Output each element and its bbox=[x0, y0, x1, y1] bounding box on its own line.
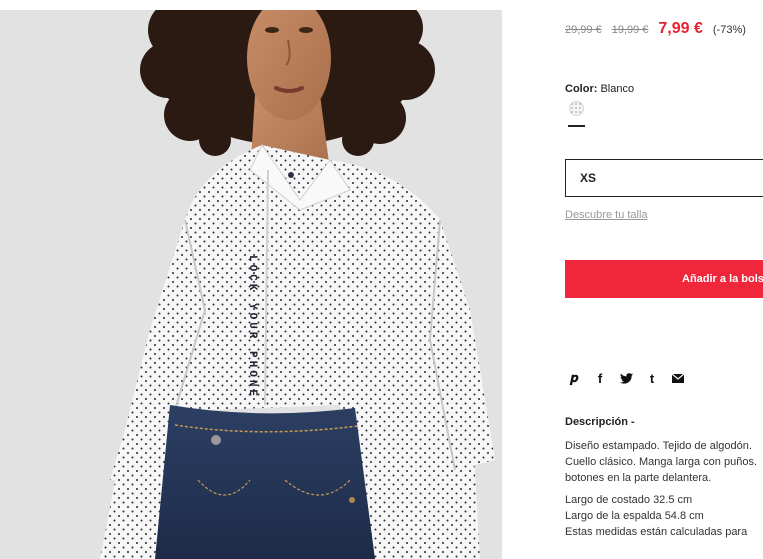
price-row: 29,99 € 19,99 € 7,99 € (-73%) bbox=[565, 20, 746, 38]
color-info: Color: Blanco bbox=[565, 83, 634, 95]
description-line: Largo de costado 32.5 cm bbox=[565, 494, 693, 506]
color-label: Color: bbox=[565, 83, 598, 95]
tumblr-icon[interactable]: t bbox=[643, 370, 661, 386]
color-value: Blanco bbox=[600, 83, 635, 95]
product-photo[interactable]: LOCK YOUR PHONE bbox=[0, 10, 502, 559]
facebook-icon[interactable]: f bbox=[591, 370, 609, 386]
share-icons: 𝒑 f t bbox=[565, 370, 695, 386]
sale-price: 7,99 € bbox=[658, 20, 703, 37]
description-line: Largo de la espalda 54.8 cm bbox=[565, 510, 704, 522]
size-select-value: XS bbox=[580, 171, 597, 185]
description-line: Cuello clásico. Manga larga con puños. bbox=[565, 456, 758, 468]
add-to-bag-button[interactable]: Añadir a la bolsa bbox=[565, 260, 763, 298]
description-line: Estas medidas están calculadas para bbox=[565, 526, 748, 538]
shirt-print-text: LOCK YOUR PHONE bbox=[246, 255, 258, 399]
description-body: Diseño estampado. Tejido de algodón. Cue… bbox=[565, 438, 757, 540]
product-photo-illustration: LOCK YOUR PHONE bbox=[0, 10, 502, 559]
discount-badge: (-73%) bbox=[712, 24, 746, 36]
original-price-1: 29,99 € bbox=[565, 24, 602, 36]
selected-swatch-indicator bbox=[568, 125, 585, 127]
size-guide-link[interactable]: Descubre tu talla bbox=[565, 209, 648, 221]
description-title: Descripción - bbox=[565, 416, 635, 428]
description-line: Diseño estampado. Tejido de algodón. bbox=[565, 440, 752, 452]
twitter-icon[interactable] bbox=[617, 370, 635, 386]
product-info-panel: 29,99 € 19,99 € 7,99 € (-73%) Color: Bla… bbox=[565, 0, 763, 559]
mail-icon[interactable] bbox=[669, 370, 687, 386]
description-line: botones en la parte delantera. bbox=[565, 472, 712, 484]
original-price-2: 19,99 € bbox=[611, 24, 649, 36]
size-select[interactable]: XS bbox=[565, 159, 763, 197]
color-swatch-blanco[interactable] bbox=[569, 101, 584, 116]
pinterest-icon[interactable]: 𝒑 bbox=[565, 370, 583, 386]
